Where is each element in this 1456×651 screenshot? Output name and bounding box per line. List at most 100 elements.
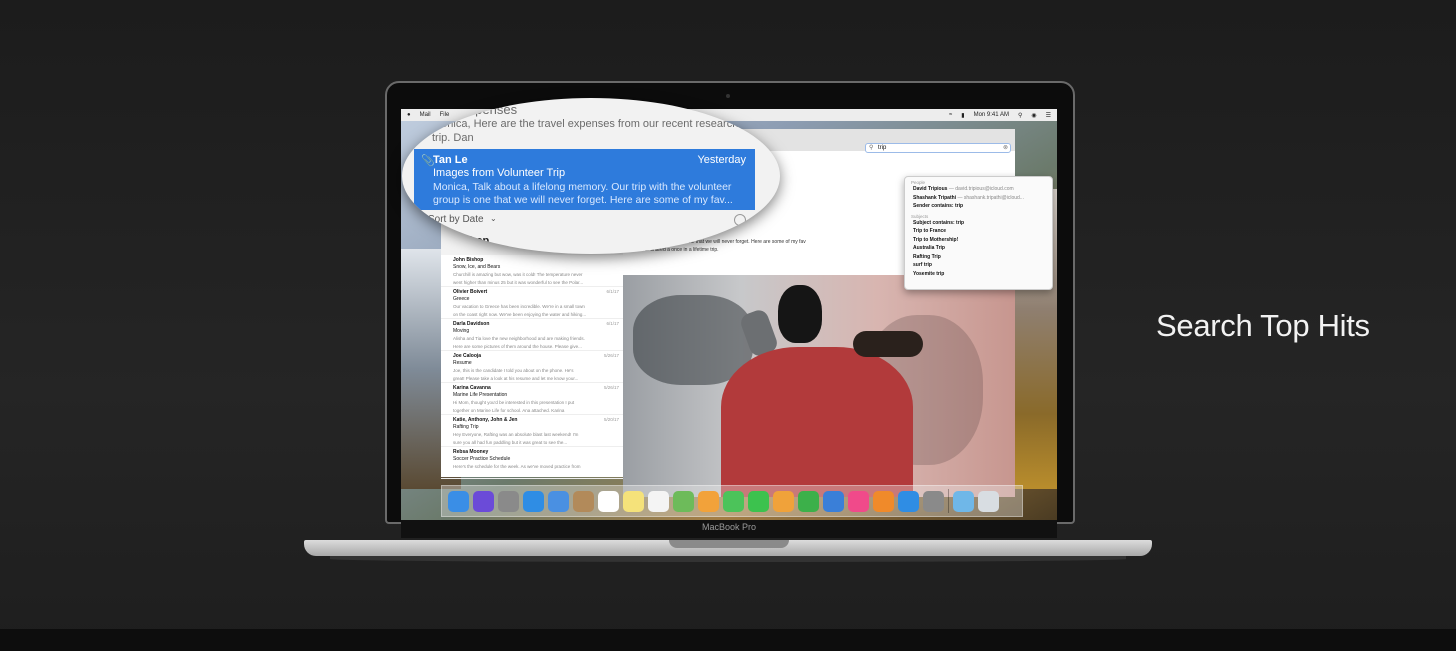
siri-icon[interactable] bbox=[473, 490, 494, 512]
message-date: 6/1/17 bbox=[606, 289, 619, 294]
siri-menu-icon[interactable]: ◉ bbox=[1031, 112, 1036, 119]
dock-separator bbox=[948, 489, 949, 513]
suggestion-item[interactable]: Subject contains: trip bbox=[913, 220, 1052, 228]
books-icon[interactable] bbox=[873, 490, 894, 512]
sort-by-date-button[interactable]: Sort by Date bbox=[428, 214, 484, 225]
reminders-icon[interactable] bbox=[648, 490, 669, 512]
laptop-shadow bbox=[330, 556, 1126, 562]
magnified-prev-preview: Monica, Here are the travel expenses fro… bbox=[432, 118, 739, 130]
music-icon[interactable] bbox=[848, 490, 869, 512]
apple-menu-icon[interactable]: ● bbox=[407, 112, 411, 118]
message-list-item[interactable]: Karina Cavanna 5/26/17 Marine Life Present… bbox=[441, 383, 623, 415]
message-list-item[interactable]: Darla Davidson 6/1/17 Moving Alisha and Tia… bbox=[441, 319, 623, 351]
message-from: Olivier Boivert bbox=[453, 289, 488, 295]
message-preview: Churchill is amazing but wow, was it col… bbox=[453, 272, 583, 277]
contacts-icon[interactable] bbox=[573, 490, 594, 512]
suggestion-label: Rafting Trip bbox=[913, 253, 941, 260]
suggestion-label: Australia Trip bbox=[913, 245, 945, 251]
suggestion-label: David Tripious bbox=[913, 186, 948, 192]
safari-icon[interactable] bbox=[523, 490, 544, 512]
attached-photo[interactable] bbox=[623, 275, 1015, 497]
suggestion-item[interactable]: surf trip bbox=[913, 262, 1052, 270]
message-from: Rebsa Mooney bbox=[453, 449, 489, 455]
message-preview: Alisha and Tia love the new neighborhood… bbox=[453, 336, 585, 341]
calendar-icon[interactable] bbox=[598, 490, 619, 512]
device-label: MacBook Pro bbox=[701, 522, 757, 532]
message-from: Karina Cavanna bbox=[453, 385, 491, 391]
pages-icon[interactable] bbox=[773, 490, 794, 512]
selected-message[interactable]: 📎 Tan Le Yesterday Images from Volunteer… bbox=[414, 149, 755, 210]
messages-icon[interactable] bbox=[723, 490, 744, 512]
keynote-icon[interactable] bbox=[823, 490, 844, 512]
selected-message-date: Yesterday bbox=[697, 154, 746, 166]
message-list-item[interactable]: Joe Calooja 5/26/17 Resume Joe, this is the… bbox=[441, 351, 623, 383]
message-from: Katie, Anthony, John & Jen bbox=[453, 417, 518, 423]
selected-message-from: Tan Le bbox=[433, 154, 468, 166]
message-preview: went higher than minus 25 but it was won… bbox=[453, 280, 584, 285]
message-list[interactable]: John Bishop Snow, Ice, and Bears Churchill… bbox=[441, 255, 624, 479]
suggestion-label: Sender contains: trip bbox=[913, 203, 964, 209]
suggestion-section-title: Subjects bbox=[911, 213, 929, 219]
suggestion-label: Subject contains: trip bbox=[913, 219, 965, 226]
suggestion-item[interactable]: Sender contains: trip bbox=[913, 203, 1052, 211]
magnified-next-from: Bishop bbox=[452, 235, 490, 247]
magnified-prev-preview: trip. Dan bbox=[432, 132, 474, 144]
message-preview: Hey Everyone, Rafting was an absolute bl… bbox=[453, 432, 579, 437]
suggestion-item[interactable]: Australia Trip bbox=[913, 245, 1052, 253]
message-list-item[interactable]: Katie, Anthony, John & Jen 5/20/17 Rafting… bbox=[441, 415, 623, 447]
search-icon: ⚲ bbox=[869, 145, 874, 151]
slide-bottom-band bbox=[0, 629, 1456, 651]
selected-message-preview: group is one that we will never forget. … bbox=[433, 194, 733, 206]
chevron-down-icon[interactable]: ⌄ bbox=[490, 214, 497, 223]
photo-person-arm bbox=[853, 331, 923, 357]
photos-icon[interactable] bbox=[698, 490, 719, 512]
suggestion-item[interactable]: Rafting Trip bbox=[913, 254, 1052, 262]
facetime-icon[interactable] bbox=[748, 490, 769, 512]
wifi-icon[interactable]: ≈ bbox=[949, 112, 952, 118]
message-preview: sure you all had fun paddling but it was… bbox=[453, 440, 568, 445]
message-date: 5/26/17 bbox=[603, 353, 619, 358]
spotlight-icon[interactable]: ⚲ bbox=[1018, 112, 1022, 119]
menu-mail[interactable]: Mail bbox=[420, 112, 431, 118]
suggestion-label: Yosemite trip bbox=[913, 270, 945, 277]
clear-search-icon[interactable]: ⊗ bbox=[1003, 144, 1008, 151]
message-preview: Joe, this is the candidate I told you ab… bbox=[453, 368, 574, 373]
notes-icon[interactable] bbox=[623, 490, 644, 512]
suggestion-item[interactable]: David Tripious — david.tripious@icloud.c… bbox=[913, 186, 1052, 194]
selected-message-subject: Images from Volunteer Trip bbox=[433, 167, 566, 179]
system-preferences-icon[interactable] bbox=[923, 490, 944, 512]
message-preview: on the coast right now. We've been enjoy… bbox=[453, 312, 587, 317]
message-list-item[interactable]: Rebsa Mooney Soccer Practice Schedule Here… bbox=[441, 447, 623, 479]
finder-icon[interactable] bbox=[448, 490, 469, 512]
search-input[interactable]: ⚲ trip ⊗ bbox=[865, 143, 1011, 153]
suggestion-item[interactable]: Trip to Mothership! bbox=[913, 237, 1052, 245]
app-store-icon[interactable] bbox=[898, 490, 919, 512]
message-preview: together on Marine Life for school. Ana … bbox=[453, 408, 565, 413]
message-preview: Here are some pictures of them around th… bbox=[453, 344, 582, 349]
suggestion-section-title: People bbox=[911, 180, 926, 185]
suggestion-item[interactable]: Shashank Tripathi — shashank.tripathi@ic… bbox=[913, 195, 1052, 203]
mail-icon[interactable] bbox=[548, 490, 569, 512]
maps-icon[interactable] bbox=[673, 490, 694, 512]
message-subject: Snow, Ice, and Bears bbox=[453, 264, 501, 270]
launchpad-icon[interactable] bbox=[498, 490, 519, 512]
suggestion-label: Trip to France bbox=[913, 228, 947, 234]
suggestion-label: Trip to Mothership! bbox=[913, 236, 959, 243]
menubar-clock[interactable]: Mon 9:41 AM bbox=[974, 112, 1009, 118]
suggestion-address: — david.tripious@icloud.com bbox=[948, 186, 1014, 192]
battery-icon[interactable]: ▮ bbox=[961, 112, 964, 119]
trash-icon[interactable] bbox=[978, 490, 999, 512]
numbers-icon[interactable] bbox=[798, 490, 819, 512]
message-from: John Bishop bbox=[453, 257, 484, 263]
suggestion-item[interactable]: Trip to France bbox=[913, 228, 1052, 236]
downloads-folder-icon[interactable] bbox=[953, 490, 974, 512]
dock bbox=[441, 485, 1023, 517]
message-preview: Hi Mom, thought you'd be interested in t… bbox=[453, 400, 575, 405]
suggestion-item[interactable]: Yosemite trip bbox=[913, 271, 1052, 279]
scroll-down-icon[interactable] bbox=[734, 214, 746, 226]
notification-center-icon[interactable]: ☰ bbox=[1046, 112, 1051, 119]
message-preview: Here's the schedule for the week. As we'… bbox=[453, 464, 581, 469]
message-list-item[interactable]: Olivier Boivert 6/1/17 Greece Our vacation … bbox=[441, 287, 623, 319]
suggestion-label: surf trip bbox=[913, 262, 932, 268]
message-list-item[interactable]: John Bishop Snow, Ice, and Bears Churchill… bbox=[441, 255, 623, 287]
